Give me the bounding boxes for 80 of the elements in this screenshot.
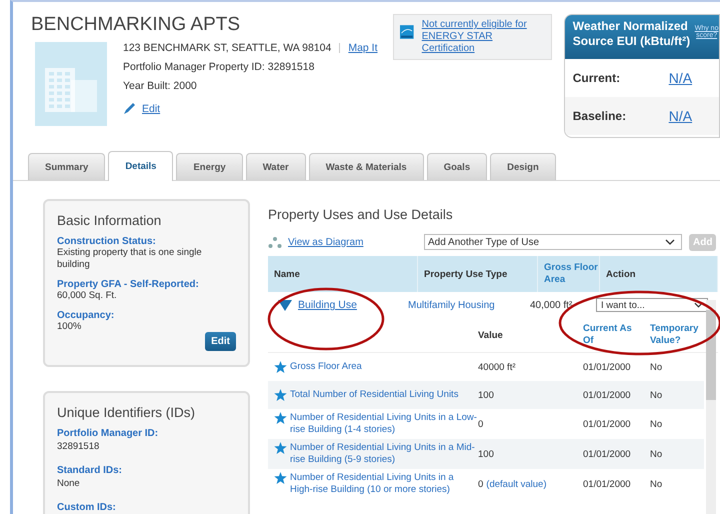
tab[interactable]: Summary (28, 153, 106, 180)
temporary-text: No (650, 390, 662, 400)
temporary-text: No (650, 362, 662, 372)
card-title: Unique Identifiers (IDs) (57, 405, 196, 420)
eligibility-link[interactable]: Not currently eligible for ENERGY STAR Certification (422, 19, 545, 55)
diagram-icon (268, 236, 282, 248)
value-text: 0 (478, 478, 484, 490)
address-text: 123 BENCHMARK ST, SEATTLE, WA 98104 (123, 42, 332, 54)
field-label: Occupancy: (57, 310, 116, 321)
property-name: BENCHMARKING APTS (31, 14, 242, 36)
tab[interactable]: Goals (426, 153, 488, 180)
diagram-link[interactable]: View as Diagram (288, 236, 424, 248)
metric-label: Current: (572, 71, 622, 85)
field-label: Custom IDs: (57, 502, 117, 513)
temporary-text: No (650, 478, 662, 490)
year-built-text: Year Built: 2000 (123, 80, 198, 92)
date-text: 01/01/2000 (583, 362, 632, 372)
field-value: 32891518 (57, 441, 100, 453)
column-header: Gross Floor Area (538, 256, 600, 292)
value-text: 100 (478, 390, 494, 400)
edit-button[interactable]: Edit (205, 332, 236, 351)
tab[interactable]: Waste & Materials (308, 153, 424, 180)
detail-link[interactable]: Number of Residential Living Units in a Mid-rise Building (5-9 stories) (290, 442, 478, 466)
field-value: None (57, 478, 81, 490)
map-link[interactable]: Map It (348, 42, 378, 54)
section-title: Property Uses and Use Details (268, 207, 454, 222)
field-value: 100% (57, 321, 82, 333)
value-text: 40000 ft² (478, 362, 516, 372)
star-icon (274, 442, 287, 454)
metric-link[interactable]: N/A (668, 108, 692, 124)
date-text: 01/01/2000 (583, 448, 632, 460)
star-icon (274, 412, 287, 424)
pencil-icon (123, 102, 136, 115)
tab[interactable]: Water (246, 153, 306, 180)
chevron-icon (665, 239, 675, 245)
panel-title: Weather Normalized Source EUI (kBtu/ft²) (572, 19, 691, 50)
building-icon (35, 42, 107, 126)
value-text: 100 (478, 448, 494, 460)
detail-link[interactable]: Total Number of Residential Living Units (290, 389, 458, 401)
date-text: 01/01/2000 (583, 418, 632, 430)
date-text: 01/01/2000 (583, 390, 632, 400)
tab[interactable]: Energy (176, 153, 243, 180)
chevron-icon (694, 302, 703, 308)
field-label: Property GFA - Self-Reported: (57, 279, 200, 290)
use-type-text: Multifamily Housing (408, 300, 496, 310)
column-header: Name (268, 256, 418, 292)
property-id-text: Portfolio Manager Property ID: 32891518 (123, 61, 316, 73)
detail-link[interactable]: Number of Residential Living Units in a Low-rise Building (1-4 stories) (290, 412, 478, 436)
field-label: Standard IDs: (57, 465, 124, 476)
temporary-text: No (650, 448, 662, 460)
edit-link[interactable]: Edit (142, 102, 160, 114)
value-text: 0 (478, 418, 484, 430)
field-label: Construction Status: (57, 236, 157, 247)
tab[interactable]: Details (108, 151, 174, 181)
detail-link[interactable]: Gross Floor Area (290, 361, 362, 373)
column-header: Property Use Type (418, 256, 538, 292)
use-type-dropdown[interactable]: Add Another Type of Use (424, 234, 682, 250)
star-icon (274, 389, 287, 401)
tab[interactable]: Design (490, 153, 556, 180)
card-title: Basic Information (57, 213, 162, 228)
star-icon (274, 472, 287, 484)
expand-triangle-icon[interactable] (278, 300, 292, 310)
star-icon (274, 361, 287, 373)
date-text: 01/01/2000 (583, 478, 632, 490)
metric-label: Baseline: (572, 109, 628, 123)
temporary-text: No (650, 418, 662, 430)
column-header: Current As Of (583, 323, 633, 347)
floor-area-text: 40,000 ft² (530, 300, 574, 310)
default-value-link[interactable]: (default value) (486, 478, 546, 490)
detail-link[interactable]: Number of Residential Living Units in a High-rise Building (10 or more stories) (290, 472, 478, 496)
use-name-link[interactable]: Building Use (298, 299, 357, 311)
field-value: Existing property that is one single building (57, 247, 203, 271)
metric-link[interactable]: N/A (668, 70, 692, 86)
action-dropdown[interactable]: I want to... (596, 298, 708, 312)
column-header: Action (600, 256, 718, 292)
scrollbar[interactable] (706, 300, 716, 514)
field-label: Portfolio Manager ID: (57, 428, 160, 439)
field-value: 60,000 Sq. Ft. (57, 290, 118, 302)
column-header: Temporary Value? (650, 323, 700, 347)
column-header: Value (478, 330, 504, 340)
